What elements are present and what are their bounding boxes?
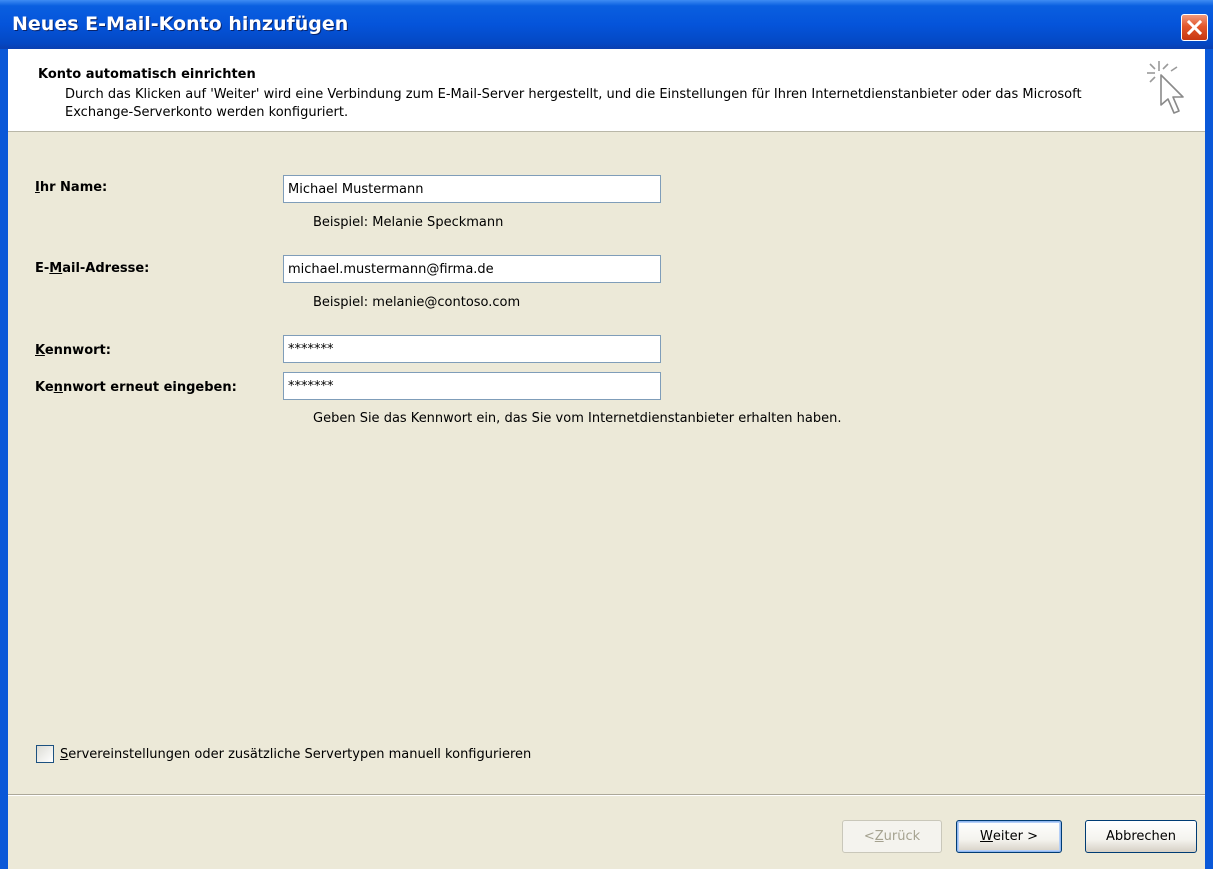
email-input[interactable]	[283, 255, 661, 283]
header-description: Durch das Klicken auf 'Weiter' wird eine…	[65, 87, 1082, 120]
password-hint: Geben Sie das Kennwort ein, das Sie vom …	[313, 411, 842, 426]
window-title: Neues E-Mail-Konto hinzufügen	[12, 13, 349, 35]
cancel-button[interactable]: Abbrechen	[1085, 820, 1197, 853]
dialog-body: Konto automatisch einrichten Durch das K…	[8, 49, 1205, 869]
title-bar[interactable]: Neues E-Mail-Konto hinzufügen	[0, 0, 1213, 49]
manual-config-checkbox[interactable]	[36, 745, 54, 763]
next-button[interactable]: Weiter >	[956, 820, 1062, 853]
back-button[interactable]: < Zurück	[842, 820, 942, 853]
email-hint: Beispiel: melanie@contoso.com	[313, 295, 521, 310]
password-label: Kennwort:	[35, 343, 111, 358]
password-input[interactable]	[283, 335, 661, 363]
name-label: Ihr Name:	[35, 180, 108, 195]
password-confirm-label: Kennwort erneut eingeben:	[35, 380, 237, 395]
footer-divider	[8, 794, 1205, 796]
name-input[interactable]	[283, 175, 661, 203]
wizard-header: Konto automatisch einrichten Durch das K…	[8, 49, 1205, 132]
header-title: Konto automatisch einrichten	[38, 67, 256, 82]
manual-config-row[interactable]: Servereinstellungen oder zusätzliche Ser…	[36, 745, 531, 763]
email-label: E-Mail-Adresse:	[35, 261, 150, 276]
dialog-window: Neues E-Mail-Konto hinzufügen Konto auto…	[0, 0, 1213, 869]
close-icon	[1186, 19, 1203, 36]
wizard-cursor-icon	[1147, 61, 1184, 114]
close-button[interactable]	[1181, 14, 1208, 41]
name-hint: Beispiel: Melanie Speckmann	[313, 215, 504, 230]
manual-config-label[interactable]: Servereinstellungen oder zusätzliche Ser…	[60, 747, 531, 762]
password-confirm-input[interactable]	[283, 372, 661, 400]
